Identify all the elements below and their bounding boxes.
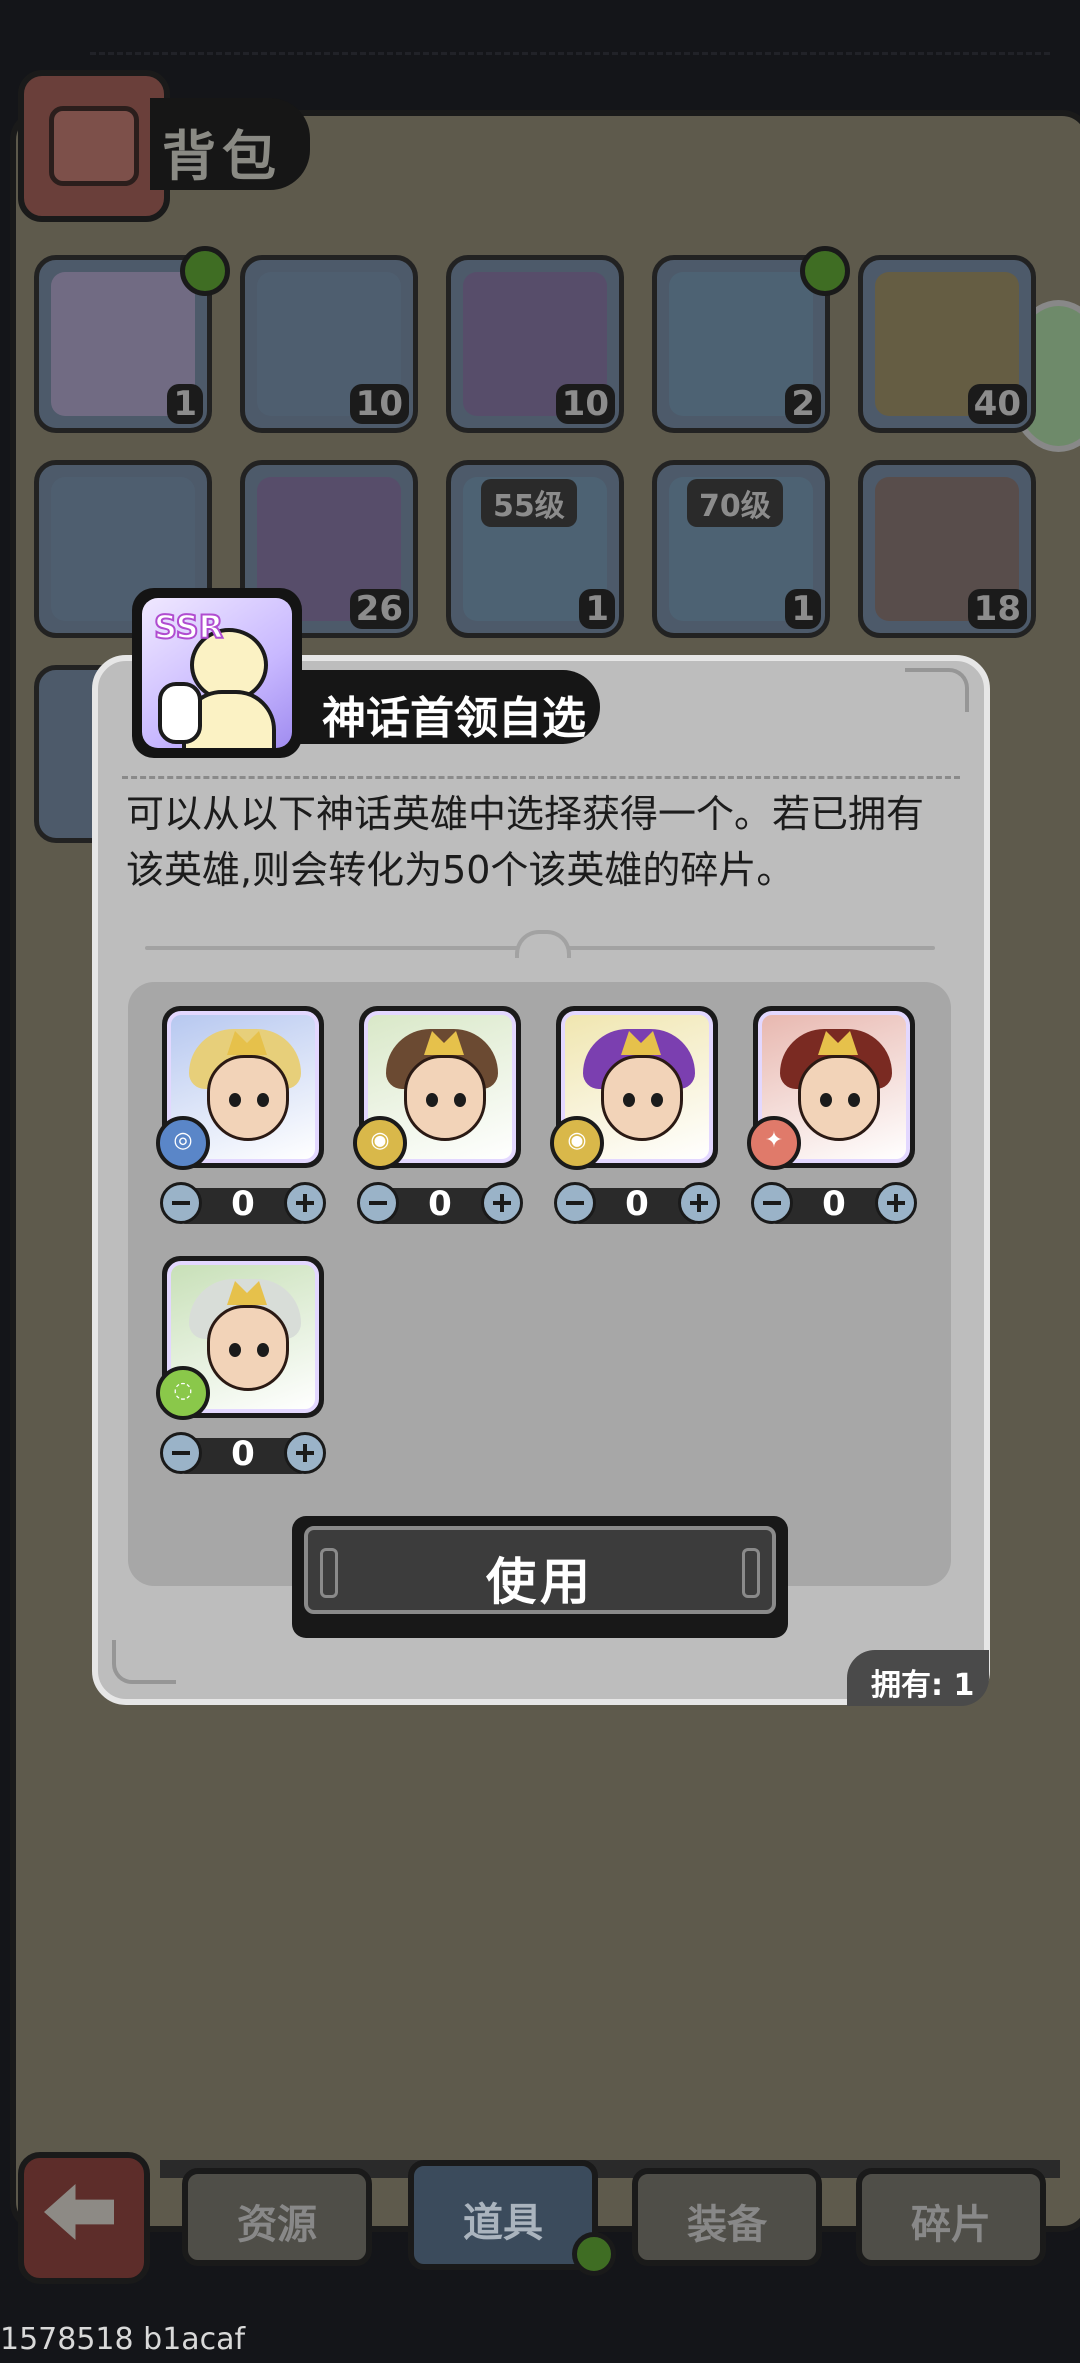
slot-count: 2 bbox=[785, 384, 821, 424]
element-glyph: ◉ bbox=[567, 1128, 587, 1153]
decrease-button[interactable] bbox=[160, 1182, 202, 1224]
decrease-button[interactable] bbox=[554, 1182, 596, 1224]
hero-eye bbox=[426, 1093, 438, 1107]
back-arrow-icon bbox=[44, 2184, 114, 2240]
hero-face bbox=[601, 1055, 683, 1141]
slot-count: 1 bbox=[167, 384, 203, 424]
slot-level-label: 55级 bbox=[481, 479, 577, 527]
hero-face bbox=[207, 1305, 289, 1391]
bag-title: 背包 bbox=[162, 125, 282, 188]
water-element-icon: ◎ bbox=[156, 1116, 210, 1170]
quantity-stepper: 0 bbox=[751, 1182, 917, 1228]
tab-fragments[interactable]: 碎片 bbox=[856, 2168, 1046, 2266]
tab-resources-label: 资源 bbox=[237, 2202, 317, 2248]
bag-slot[interactable]: 10 bbox=[446, 255, 624, 433]
new-indicator-dot bbox=[800, 246, 850, 296]
back-button[interactable] bbox=[18, 2152, 150, 2284]
slot-count: 18 bbox=[967, 589, 1027, 629]
decrease-button[interactable] bbox=[357, 1182, 399, 1224]
use-button[interactable]: 使用 bbox=[304, 1526, 776, 1614]
increase-button[interactable] bbox=[284, 1182, 326, 1224]
bag-slot[interactable]: 10 bbox=[240, 255, 418, 433]
slot-count: 1 bbox=[579, 589, 615, 629]
increase-button[interactable] bbox=[284, 1432, 326, 1474]
bag-slot[interactable]: 70级 1 bbox=[652, 460, 830, 638]
bag-slot[interactable]: 40 bbox=[858, 255, 1036, 433]
increase-button[interactable] bbox=[481, 1182, 523, 1224]
tab-items[interactable]: 道具 bbox=[408, 2160, 598, 2270]
new-indicator-dot bbox=[180, 246, 230, 296]
element-glyph: ◌ bbox=[173, 1378, 193, 1403]
ssr-selector-item-icon: SSR bbox=[142, 598, 292, 748]
footer-id: 1578518 b1acaf bbox=[0, 2322, 246, 2357]
quantity-value: 0 bbox=[625, 1184, 649, 1224]
earth-element-icon: ◉ bbox=[550, 1116, 604, 1170]
ssr-badge: SSR bbox=[153, 607, 224, 647]
quantity-stepper: 0 bbox=[554, 1182, 720, 1228]
backpack-icon bbox=[18, 70, 170, 222]
hand-icon bbox=[158, 682, 202, 744]
slot-count: 1 bbox=[785, 589, 821, 629]
quantity-stepper: 0 bbox=[160, 1182, 326, 1228]
top-ornament bbox=[90, 52, 1050, 73]
tab-equipment-label: 装备 bbox=[687, 2202, 767, 2248]
decrease-button[interactable] bbox=[160, 1432, 202, 1474]
hero-eye bbox=[848, 1093, 860, 1107]
bag-slot[interactable]: 55级 1 bbox=[446, 460, 624, 638]
hero-eye bbox=[257, 1343, 269, 1357]
bag-slot[interactable]: 18 bbox=[858, 460, 1036, 638]
decrease-button[interactable] bbox=[751, 1182, 793, 1224]
corner-ornament bbox=[905, 668, 969, 712]
hero-eye bbox=[229, 1093, 241, 1107]
element-glyph: ✦ bbox=[764, 1128, 784, 1153]
slot-count: 10 bbox=[349, 384, 409, 424]
corner-ornament bbox=[112, 1640, 176, 1684]
tab-items-label: 道具 bbox=[463, 2200, 543, 2246]
hero-face bbox=[404, 1055, 486, 1141]
dashed-divider bbox=[122, 776, 960, 779]
quantity-value: 0 bbox=[231, 1434, 255, 1474]
dialog-title: 神话首领自选 bbox=[322, 693, 586, 744]
slot-level-label: 70级 bbox=[687, 479, 783, 527]
hero-eye bbox=[257, 1093, 269, 1107]
owned-count-tag: 拥有: 1 bbox=[847, 1650, 989, 1706]
increase-button[interactable] bbox=[875, 1182, 917, 1224]
slot-count: 26 bbox=[349, 589, 409, 629]
earth-element-icon: ◉ bbox=[353, 1116, 407, 1170]
quantity-stepper: 0 bbox=[357, 1182, 523, 1228]
hero-eye bbox=[623, 1093, 635, 1107]
hero-eye bbox=[651, 1093, 663, 1107]
slot-count: 10 bbox=[555, 384, 615, 424]
element-glyph: ◉ bbox=[370, 1128, 390, 1153]
quantity-value: 0 bbox=[822, 1184, 846, 1224]
hero-eye bbox=[820, 1093, 832, 1107]
new-indicator-dot bbox=[572, 2232, 616, 2276]
quantity-value: 0 bbox=[428, 1184, 452, 1224]
hero-eye bbox=[229, 1343, 241, 1357]
dialog-description: 可以从以下神话英雄中选择获得一个。若已拥有该英雄,则会转化为50个该英雄的碎片。 bbox=[126, 792, 925, 892]
hero-eye bbox=[454, 1093, 466, 1107]
tab-equipment[interactable]: 装备 bbox=[632, 2168, 822, 2266]
wind-element-icon: ◌ bbox=[156, 1366, 210, 1420]
tab-fragments-label: 碎片 bbox=[911, 2202, 991, 2248]
owned-count: 拥有: 1 bbox=[871, 1668, 975, 1703]
element-glyph: ◎ bbox=[173, 1128, 193, 1153]
hero-face bbox=[207, 1055, 289, 1141]
hero-face bbox=[798, 1055, 880, 1141]
tab-resources[interactable]: 资源 bbox=[182, 2168, 372, 2266]
fire-element-icon: ✦ bbox=[747, 1116, 801, 1170]
use-button-label: 使用 bbox=[486, 1553, 594, 1611]
increase-button[interactable] bbox=[678, 1182, 720, 1224]
quantity-stepper: 0 bbox=[160, 1432, 326, 1478]
quantity-value: 0 bbox=[231, 1184, 255, 1224]
slot-count: 40 bbox=[967, 384, 1027, 424]
